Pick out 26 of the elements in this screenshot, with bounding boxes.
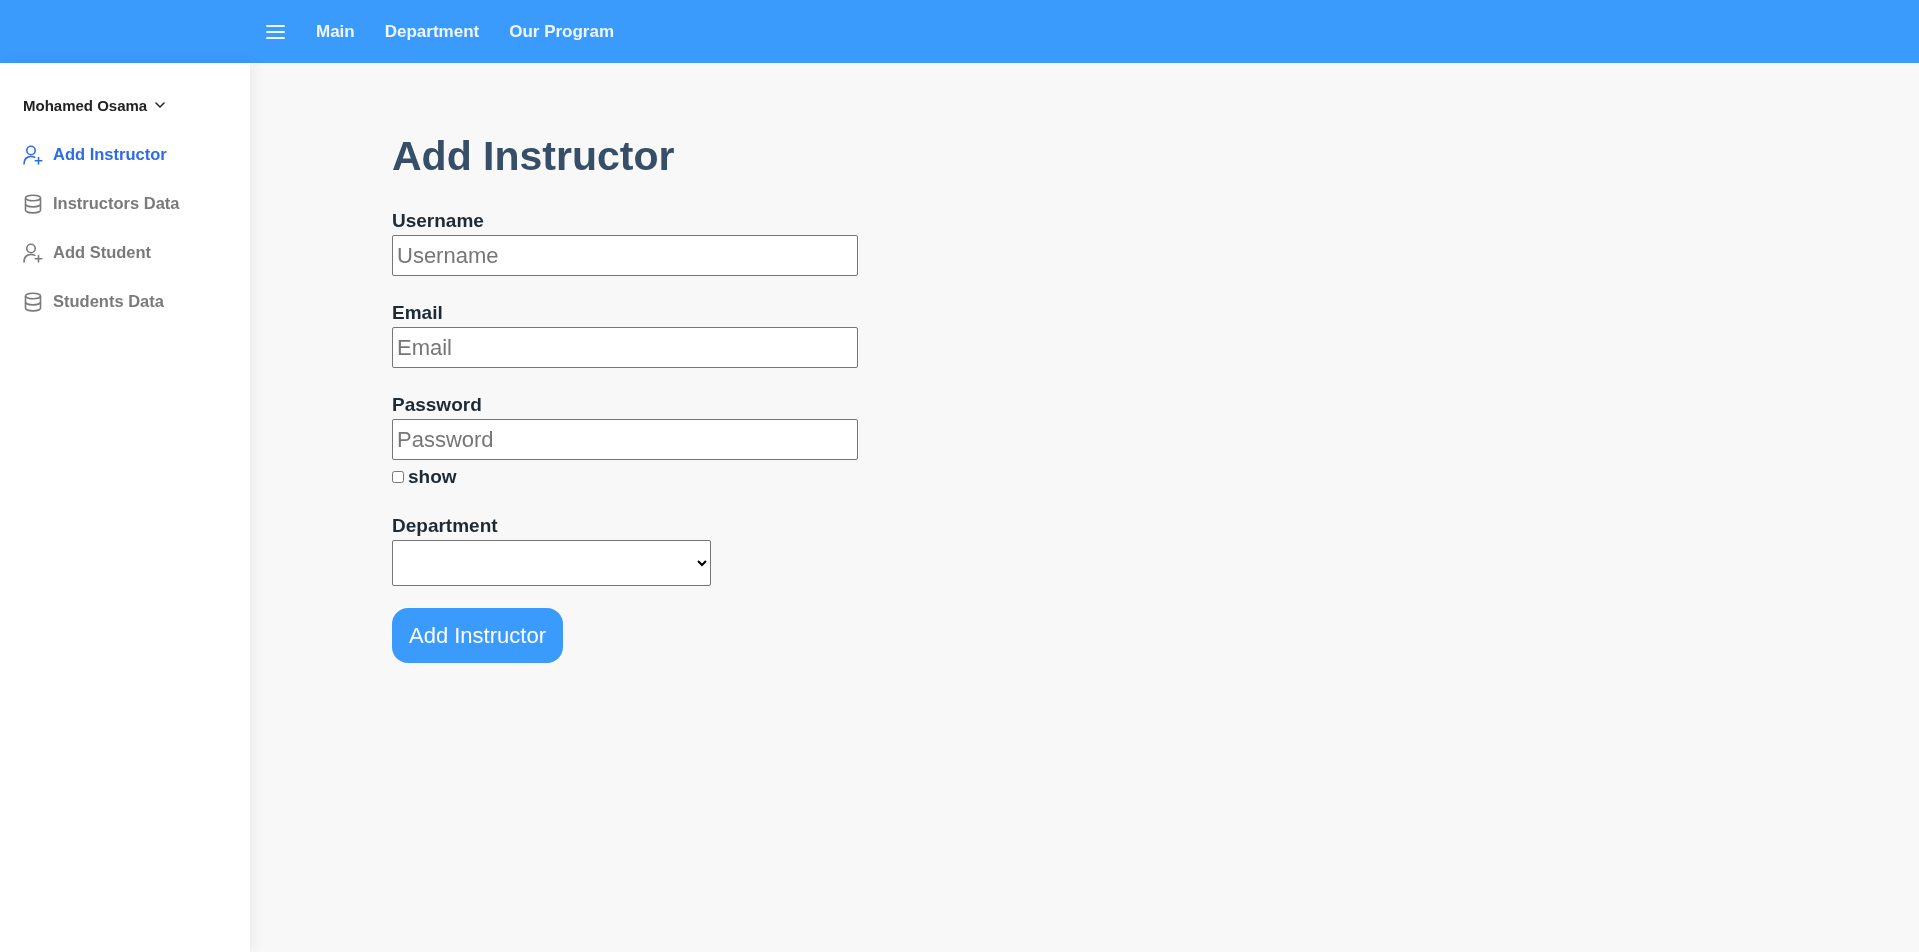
sidebar-item[interactable]: Instructors Data: [0, 179, 250, 228]
database-icon: [23, 291, 43, 312]
show-password-checkbox[interactable]: [392, 471, 404, 483]
nav-link[interactable]: Our Program: [509, 21, 615, 42]
field-label: Email: [392, 301, 443, 325]
add-user-icon: [23, 242, 43, 263]
user-name[interactable]: Mohamed Osama: [23, 96, 148, 114]
menu-icon[interactable]: [266, 24, 285, 39]
field-label: Username: [392, 209, 484, 233]
password-field[interactable]: Password: [392, 419, 858, 460]
submit-button[interactable]: Add Instructor: [392, 608, 563, 663]
field-label: Department: [392, 514, 498, 538]
sidebar-item[interactable]: Add Instructor: [0, 130, 250, 179]
sidebar-item[interactable]: Students Data: [0, 277, 250, 326]
page-title: Add Instructor: [392, 132, 675, 181]
checkbox-label[interactable]: show: [408, 466, 457, 488]
nav-link[interactable]: Main: [316, 21, 355, 42]
add-user-icon: [23, 144, 43, 165]
input-field[interactable]: Email: [392, 327, 858, 368]
input-field[interactable]: Username: [392, 235, 858, 276]
department-select[interactable]: [392, 540, 711, 586]
nav-link[interactable]: Department: [384, 21, 480, 42]
sidebar-item[interactable]: Add Student: [0, 228, 250, 277]
field-label: Password: [392, 393, 482, 417]
chevron-down-icon[interactable]: [155, 102, 166, 108]
database-icon: [23, 193, 43, 214]
